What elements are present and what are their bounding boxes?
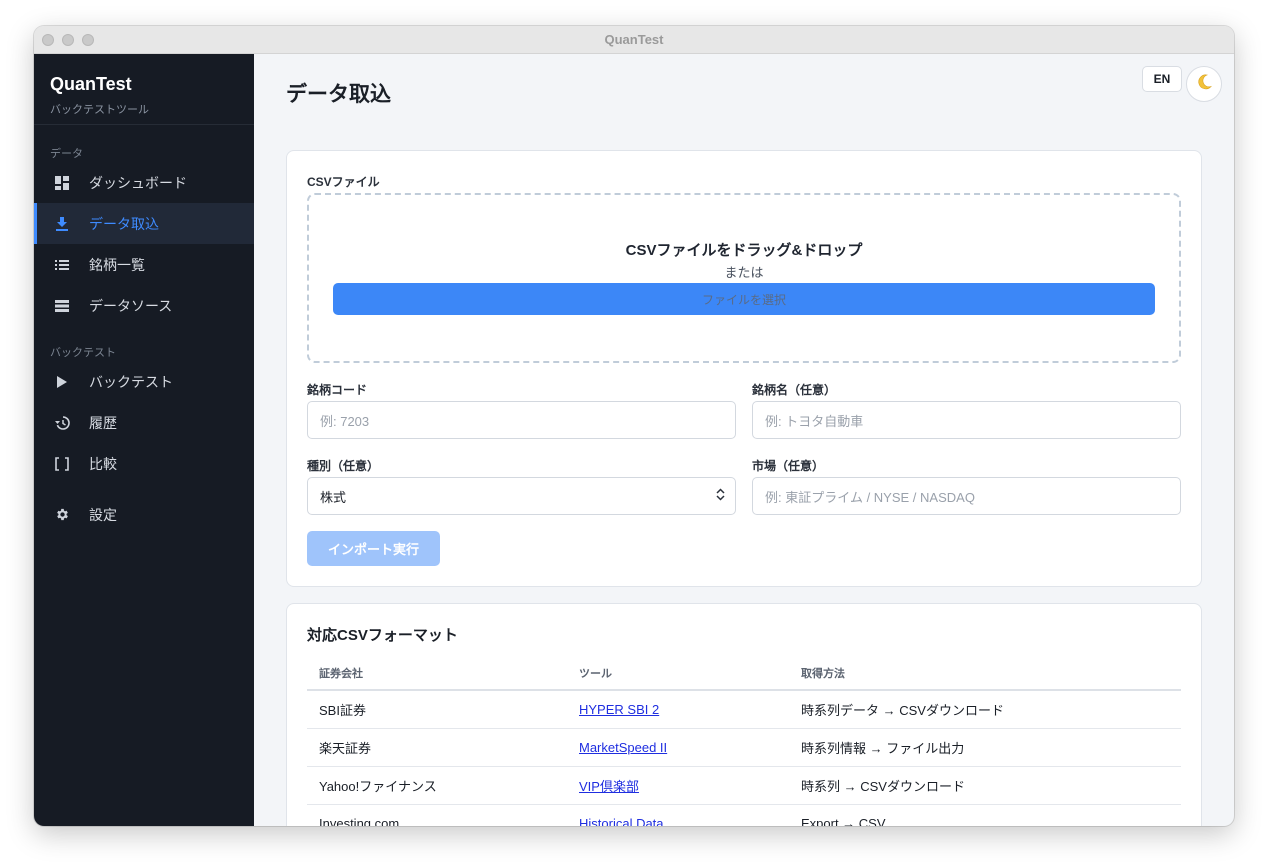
sidebar-item-dashboard[interactable]: ダッシュボード <box>34 162 254 203</box>
sidebar-item-label: データ取込 <box>89 215 159 232</box>
tool-link[interactable]: VIP倶楽部 <box>579 779 639 794</box>
tool-link[interactable]: HYPER SBI 2 <box>579 702 659 717</box>
language-toggle-button[interactable]: EN <box>1142 66 1182 92</box>
sidebar-item-data-sources[interactable]: データソース <box>34 285 254 326</box>
column-header: 取得方法 <box>789 656 1181 691</box>
storage-icon <box>54 298 70 314</box>
moon-icon <box>1195 73 1213 96</box>
csv-dropzone[interactable]: CSVファイルをドラッグ&ドロップ または ファイルを選択 <box>307 193 1181 363</box>
brand: QuanTest バックテストツール <box>34 54 254 125</box>
section-label-data: データ <box>50 148 83 160</box>
app-window: QuanTest QuanTest バックテストツール データ ダッシュボード … <box>34 26 1234 826</box>
sidebar-item-label: ダッシュボード <box>89 174 187 191</box>
drop-instruction: CSVファイルをドラッグ&ドロップ <box>625 242 863 259</box>
history-icon <box>54 415 70 431</box>
sidebar-item-label: 履歴 <box>89 414 117 431</box>
tool-cell: HYPER SBI 2 <box>567 690 789 729</box>
compare-icon <box>54 456 70 472</box>
market-label: 市場（任意） <box>752 459 825 473</box>
sidebar-item-backtest[interactable]: バックテスト <box>34 361 254 402</box>
type-select[interactable]: 株式 <box>307 477 736 515</box>
select-file-button[interactable]: ファイルを選択 <box>333 283 1155 315</box>
sidebar-item-label: 銘柄一覧 <box>89 256 145 273</box>
section-label-backtest: バックテスト <box>50 347 116 359</box>
market-input[interactable]: 例: 東証プライム / NYSE / NASDAQ <box>752 477 1181 515</box>
list-icon <box>54 257 70 273</box>
formats-card: 対応CSVフォーマット 証券会社 ツール 取得方法 SBI証券 HYPER SB… <box>286 603 1202 826</box>
broker-cell: Investing.com <box>307 804 567 826</box>
sidebar: QuanTest バックテストツール データ ダッシュボード データ取込 銘柄一… <box>34 54 254 826</box>
symbol-name-label: 銘柄名（任意） <box>752 383 837 397</box>
broker-cell: Yahoo!ファイナンス <box>307 766 567 805</box>
formats-title: 対応CSVフォーマット <box>307 627 458 644</box>
broker-cell: SBI証券 <box>307 690 567 729</box>
sidebar-item-label: 比較 <box>89 455 117 472</box>
broker-cell: 楽天証券 <box>307 728 567 767</box>
symbol-name-input[interactable]: 例: トヨタ自動車 <box>752 401 1181 439</box>
symbol-code-input[interactable]: 例: 7203 <box>307 401 736 439</box>
table-header-row: 証券会社 ツール 取得方法 <box>307 656 1181 691</box>
table-row: Yahoo!ファイナンス VIP倶楽部 時系列 → CSVダウンロード <box>307 766 1181 805</box>
method-cell: 時系列データ → CSVダウンロード <box>789 690 1181 729</box>
main-content: データ取込 EN CSVファイル CSVファイルをドラッグ&ドロップ または フ… <box>254 54 1234 826</box>
title-bar: QuanTest <box>34 26 1234 54</box>
tool-cell: MarketSpeed II <box>567 728 789 767</box>
sidebar-item-symbols[interactable]: 銘柄一覧 <box>34 244 254 285</box>
tool-link[interactable]: MarketSpeed II <box>579 740 667 755</box>
play-icon <box>54 374 70 390</box>
column-header: 証券会社 <box>307 656 567 691</box>
tool-link[interactable]: Historical Data <box>579 816 664 827</box>
import-button[interactable]: インポート実行 <box>307 531 440 566</box>
method-cell: 時系列 → CSVダウンロード <box>789 766 1181 805</box>
sidebar-item-label: データソース <box>89 297 173 314</box>
symbol-code-label: 銘柄コード <box>307 383 368 397</box>
download-icon <box>54 216 70 232</box>
method-cell: Export → CSV <box>789 804 1181 826</box>
sidebar-item-settings[interactable]: 設定 <box>34 494 254 535</box>
updown-chevron-icon <box>716 488 725 504</box>
type-select-value: 株式 <box>320 489 347 505</box>
theme-toggle-button[interactable] <box>1186 66 1222 102</box>
table-row: SBI証券 HYPER SBI 2 時系列データ → CSVダウンロード <box>307 690 1181 729</box>
sidebar-item-label: バックテスト <box>89 373 173 390</box>
import-card: CSVファイル CSVファイルをドラッグ&ドロップ または ファイルを選択 銘柄… <box>286 150 1202 587</box>
table-row: 楽天証券 MarketSpeed II 時系列情報 → ファイル出力 <box>307 728 1181 767</box>
type-label: 種別（任意） <box>307 459 380 473</box>
page-title: データ取込 <box>286 83 391 106</box>
formats-table: 証券会社 ツール 取得方法 SBI証券 HYPER SBI 2 時系列データ →… <box>307 656 1181 826</box>
sidebar-item-compare[interactable]: 比較 <box>34 443 254 484</box>
dashboard-icon <box>54 175 70 191</box>
gear-icon <box>54 507 70 523</box>
tool-cell: Historical Data <box>567 804 789 826</box>
sidebar-item-history[interactable]: 履歴 <box>34 402 254 443</box>
sidebar-item-data-import[interactable]: データ取込 <box>34 203 254 244</box>
tool-cell: VIP倶楽部 <box>567 766 789 805</box>
table-row: Investing.com Historical Data Export → C… <box>307 804 1181 826</box>
brand-name: QuanTest <box>50 74 132 94</box>
column-header: ツール <box>567 656 789 691</box>
csv-file-label: CSVファイル <box>307 175 380 189</box>
sidebar-item-label: 設定 <box>89 506 117 523</box>
or-text: または <box>724 265 764 280</box>
method-cell: 時系列情報 → ファイル出力 <box>789 728 1181 767</box>
window-title: QuanTest <box>604 32 664 47</box>
brand-subtitle: バックテストツール <box>50 104 149 116</box>
